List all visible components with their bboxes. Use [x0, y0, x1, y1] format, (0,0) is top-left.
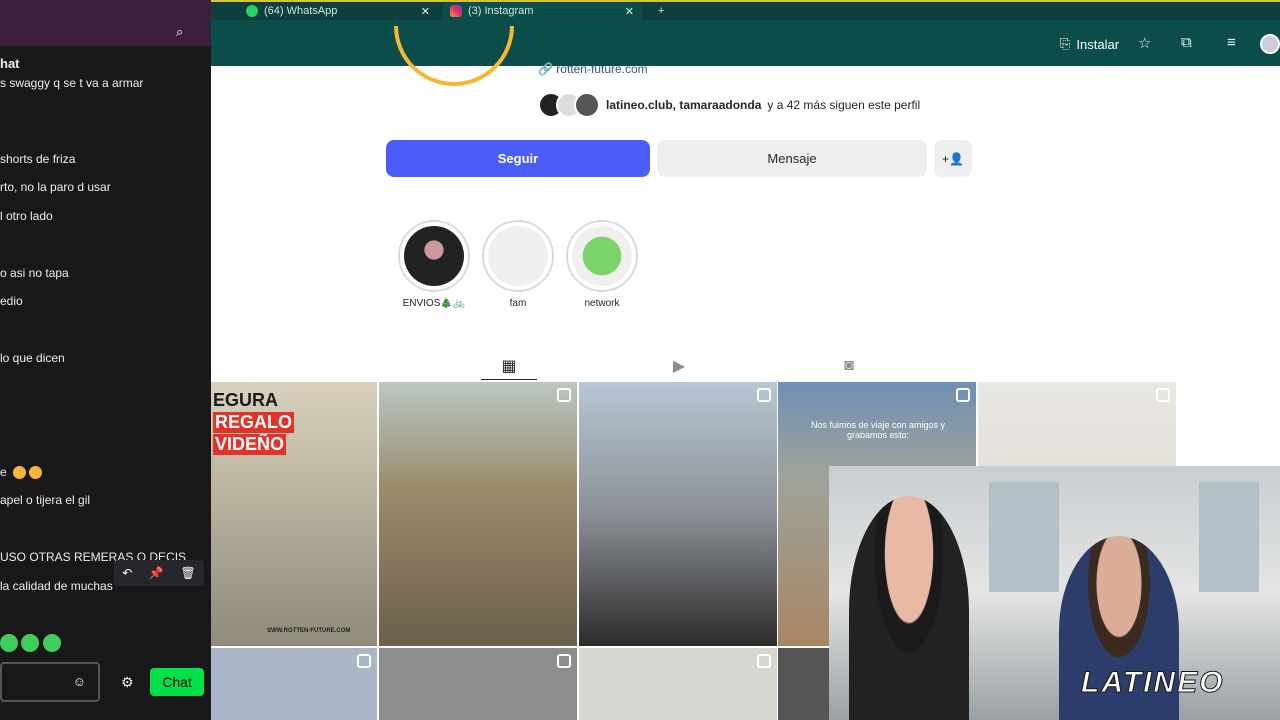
- grid-icon[interactable]: ▦: [481, 352, 537, 380]
- link-icon: 🔗: [538, 62, 553, 76]
- emoji-picker-icon[interactable]: ☺: [73, 674, 86, 689]
- install-button[interactable]: ⎘ Instalar: [1060, 36, 1119, 52]
- window: [1199, 482, 1259, 592]
- chat-message[interactable]: rto, no la paro d usar: [0, 180, 111, 194]
- pin-icon[interactable]: 📌: [149, 566, 164, 580]
- followers-more: y a 42 más siguen este perfil: [767, 98, 921, 112]
- tab-whatsapp[interactable]: (64) WhatsApp ✕: [238, 2, 438, 20]
- highlight-envios[interactable]: ENVIOS🎄🚲: [398, 220, 470, 309]
- new-tab-button[interactable]: +: [650, 2, 674, 20]
- post-7[interactable]: [379, 648, 577, 720]
- followed-by[interactable]: latineo.club, tamaraadonda y a 42 más si…: [538, 92, 920, 118]
- reel-icon: [956, 388, 970, 402]
- close-icon[interactable]: ✕: [625, 5, 634, 18]
- chat-header-bar: ⌕: [0, 0, 211, 46]
- chat-message[interactable]: shorts de friza: [0, 152, 75, 166]
- chat-message[interactable]: edio: [0, 294, 23, 308]
- reply-icon[interactable]: ↶: [122, 566, 132, 580]
- post-2[interactable]: [379, 382, 577, 646]
- streamer-left: [849, 496, 969, 720]
- carousel-icon: [557, 654, 571, 668]
- profile-avatar[interactable]: [1260, 34, 1280, 54]
- reels-icon[interactable]: ▶: [651, 352, 707, 380]
- emoji: [13, 465, 43, 480]
- post-6[interactable]: [211, 648, 377, 720]
- reel-icon: [557, 388, 571, 402]
- profile-tabs: ▦ ▶ ◙: [481, 352, 1041, 382]
- tab-label: (3) Instagram: [468, 5, 534, 17]
- chat-message[interactable]: la calidad de muchas: [0, 579, 113, 593]
- install-icon: ⎘: [1060, 36, 1071, 51]
- post-1[interactable]: EGURA REGALO VIDEÑO SWW.ROTTEN-FUTURE.CO…: [211, 382, 377, 646]
- chat-title: hat: [0, 56, 20, 71]
- tab-label: (64) WhatsApp: [264, 5, 338, 17]
- gear-icon[interactable]: ⚙: [121, 674, 134, 691]
- follow-button[interactable]: Seguir: [386, 140, 650, 177]
- message-button[interactable]: Mensaje: [657, 140, 927, 177]
- tab-instagram[interactable]: (3) Instagram ✕: [442, 2, 642, 20]
- emote-row: [0, 634, 61, 652]
- tagged-icon[interactable]: ◙: [821, 352, 877, 380]
- media-icon[interactable]: ≡: [1227, 34, 1236, 51]
- chat-message[interactable]: lo que dicen: [0, 351, 65, 365]
- star-icon[interactable]: ☆: [1138, 34, 1151, 52]
- follower-avatar: [574, 92, 600, 118]
- close-icon[interactable]: ✕: [421, 5, 430, 18]
- webcam-overlay: LATINEO: [829, 466, 1280, 720]
- highlight-fam[interactable]: fam: [482, 220, 554, 309]
- post-8[interactable]: [579, 648, 777, 720]
- chat-message[interactable]: l otro lado: [0, 209, 53, 223]
- extensions-icon[interactable]: ⧉: [1181, 34, 1192, 51]
- stream-chat: ⌕ hat s swaggy q se t va a armar shorts d…: [0, 0, 211, 720]
- carousel-icon: [757, 388, 771, 402]
- add-user-icon[interactable]: +👤: [934, 140, 972, 177]
- profile-link[interactable]: 🔗 rotten-future.com: [538, 62, 648, 76]
- chat-message[interactable]: s swaggy q se t va a armar: [0, 76, 143, 90]
- instagram-icon: [450, 5, 462, 17]
- install-label: Instalar: [1076, 36, 1120, 52]
- chat-message[interactable]: o asi no tapa: [0, 266, 69, 280]
- followers-names[interactable]: latineo.club, tamaraadonda: [606, 98, 761, 112]
- whatsapp-icon: [246, 5, 258, 17]
- chat-message[interactable]: apel o tijera el gil: [0, 493, 90, 507]
- search-icon[interactable]: ⌕: [176, 24, 183, 40]
- channel-watermark: LATINEO: [1080, 666, 1225, 700]
- carousel-icon: [757, 654, 771, 668]
- carousel-icon: [1156, 388, 1170, 402]
- window: [989, 482, 1059, 592]
- delete-icon[interactable]: 🗑: [180, 566, 195, 580]
- chat-message[interactable]: e: [0, 465, 7, 479]
- post-3[interactable]: [579, 382, 777, 646]
- chat-send-button[interactable]: Chat: [150, 668, 204, 696]
- chat-input[interactable]: ☺: [0, 662, 100, 702]
- message-actions: ↶ 📌 🗑: [114, 560, 204, 586]
- profile-picture-ring[interactable]: [394, 26, 514, 86]
- carousel-icon: [357, 654, 371, 668]
- highlight-network[interactable]: network: [566, 220, 638, 309]
